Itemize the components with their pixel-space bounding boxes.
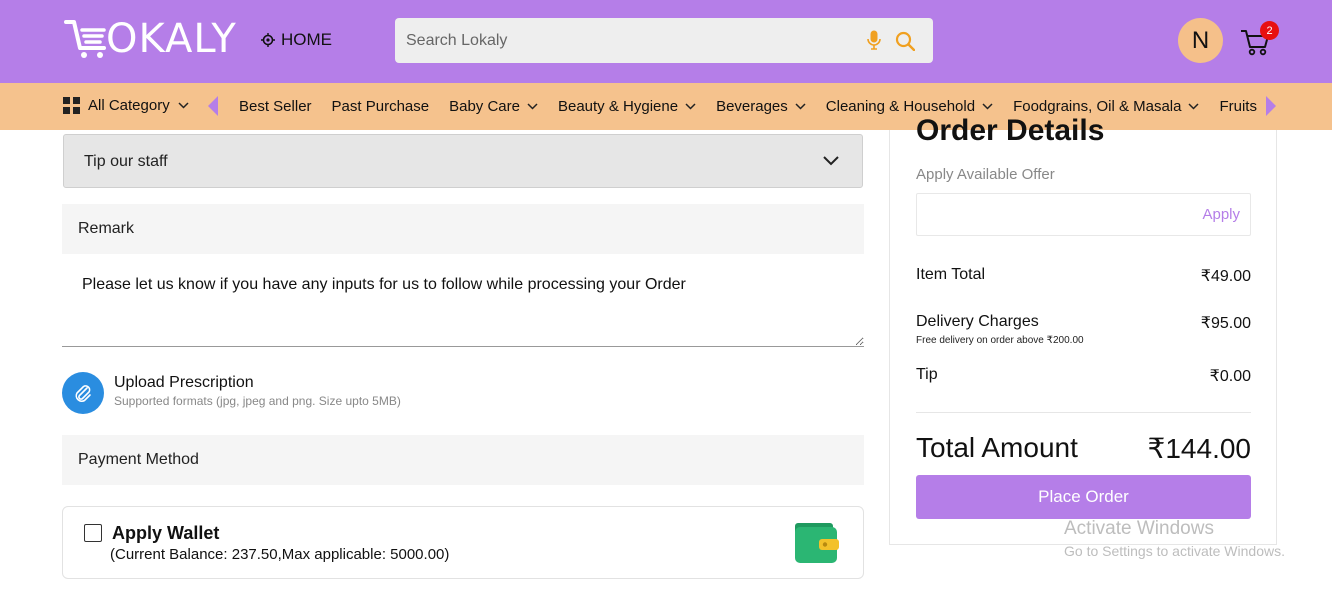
location-selector[interactable]: HOME — [261, 30, 332, 50]
tip-label: Tip our staff — [84, 153, 168, 170]
watermark-line1: Activate Windows — [1064, 518, 1214, 539]
divider — [916, 412, 1251, 413]
category-label: Past Purchase — [331, 98, 430, 115]
remark-heading: Remark — [78, 220, 135, 237]
tip-summary-value: ₹0.00 — [1209, 368, 1251, 385]
order-title: Order Details — [916, 114, 1105, 147]
chevron-down-icon — [178, 102, 189, 109]
location-pin-icon — [261, 33, 275, 47]
category-label: Fruits — [1219, 98, 1257, 115]
watermark-line2: Go to Settings to activate Windows. — [1064, 543, 1285, 559]
category-cleaning-household[interactable]: Cleaning & Household — [826, 98, 993, 115]
logo[interactable]: OKALY — [64, 18, 237, 60]
category-beverages[interactable]: Beverages — [716, 98, 806, 115]
payment-heading: Payment Method — [78, 451, 199, 468]
upload-subtitle: Supported formats (jpg, jpeg and png. Si… — [114, 394, 401, 408]
remark-textarea[interactable] — [62, 254, 864, 347]
chevron-down-icon — [795, 103, 806, 110]
chevron-down-icon — [527, 103, 538, 110]
offer-label: Apply Available Offer — [916, 166, 1055, 183]
category-list: Best Seller Past Purchase Baby Care Beau… — [239, 98, 1277, 115]
category-label: Baby Care — [449, 98, 520, 115]
category-label: Beverages — [716, 98, 788, 115]
wallet-icon — [795, 523, 839, 563]
category-label: Foodgrains, Oil & Masala — [1013, 98, 1182, 115]
search-bar — [395, 18, 933, 63]
category-label: Best Seller — [239, 98, 312, 115]
grid-icon — [63, 97, 80, 114]
chevron-down-icon — [823, 156, 839, 166]
arrow-right-icon[interactable] — [1266, 96, 1276, 116]
item-total-label: Item Total — [916, 266, 986, 283]
tip-staff-dropdown[interactable]: Tip our staff — [63, 134, 863, 188]
wallet-details: (Current Balance: 237.50,Max applicable:… — [110, 546, 450, 563]
category-beauty-hygiene[interactable]: Beauty & Hygiene — [558, 98, 696, 115]
cart-logo-icon — [64, 20, 106, 58]
mic-icon[interactable] — [867, 30, 881, 50]
delivery-value: ₹95.00 — [1200, 315, 1251, 332]
upload-title: Upload Prescription — [114, 374, 254, 391]
payment-header: Payment Method — [62, 435, 864, 485]
upload-prescription[interactable]: Upload Prescription Supported formats (j… — [62, 372, 401, 414]
delivery-note: Free delivery on order above ₹200.00 — [916, 335, 1084, 346]
tip-summary-label: Tip — [916, 366, 938, 383]
avatar-initial: N — [1191, 26, 1210, 54]
wallet-checkbox[interactable] — [84, 524, 102, 542]
chevron-down-icon — [685, 103, 696, 110]
wallet-title: Apply Wallet — [112, 523, 220, 543]
place-order-button[interactable]: Place Order — [916, 475, 1251, 519]
chevron-down-icon — [982, 103, 993, 110]
offer-box: Apply — [916, 193, 1251, 236]
category-best-seller[interactable]: Best Seller — [239, 98, 312, 115]
search-icon[interactable] — [895, 31, 915, 51]
avatar[interactable]: N — [1178, 18, 1223, 63]
location-label: HOME — [281, 30, 332, 49]
category-fruits[interactable]: Fruits — [1219, 98, 1257, 115]
category-label: Beauty & Hygiene — [557, 98, 679, 115]
total-value: ₹144.00 — [1147, 433, 1251, 464]
order-details-panel: Order Details Apply Available Offer Appl… — [889, 114, 1277, 545]
activate-windows-watermark: Activate Windows Go to Settings to activ… — [1064, 518, 1285, 559]
top-header: OKALY HOME N 2 — [0, 0, 1332, 83]
delivery-label: Delivery Charges — [916, 313, 1039, 330]
chevron-down-icon — [1188, 103, 1199, 110]
wallet-option: Apply Wallet (Current Balance: 237.50,Ma… — [62, 506, 864, 579]
category-bar: All Category Best Seller Past Purchase B… — [0, 83, 1332, 130]
category-past-purchase[interactable]: Past Purchase — [332, 98, 430, 115]
category-foodgrains[interactable]: Foodgrains, Oil & Masala — [1013, 98, 1199, 115]
paperclip-icon[interactable] — [62, 372, 104, 414]
offer-input[interactable] — [917, 194, 1187, 235]
apply-offer-button[interactable]: Apply — [1202, 206, 1240, 223]
cart-count-badge: 2 — [1260, 21, 1279, 40]
all-category-dropdown[interactable]: All Category — [63, 97, 189, 114]
all-category-label: All Category — [88, 97, 170, 114]
logo-text: OKALY — [106, 16, 237, 62]
search-input[interactable] — [395, 18, 855, 63]
category-baby-care[interactable]: Baby Care — [449, 98, 538, 115]
remark-header: Remark — [62, 204, 864, 254]
total-label: Total Amount — [916, 432, 1078, 463]
item-total-value: ₹49.00 — [1200, 268, 1251, 285]
category-label: Cleaning & Household — [825, 98, 976, 115]
arrow-left-icon[interactable] — [208, 96, 218, 116]
